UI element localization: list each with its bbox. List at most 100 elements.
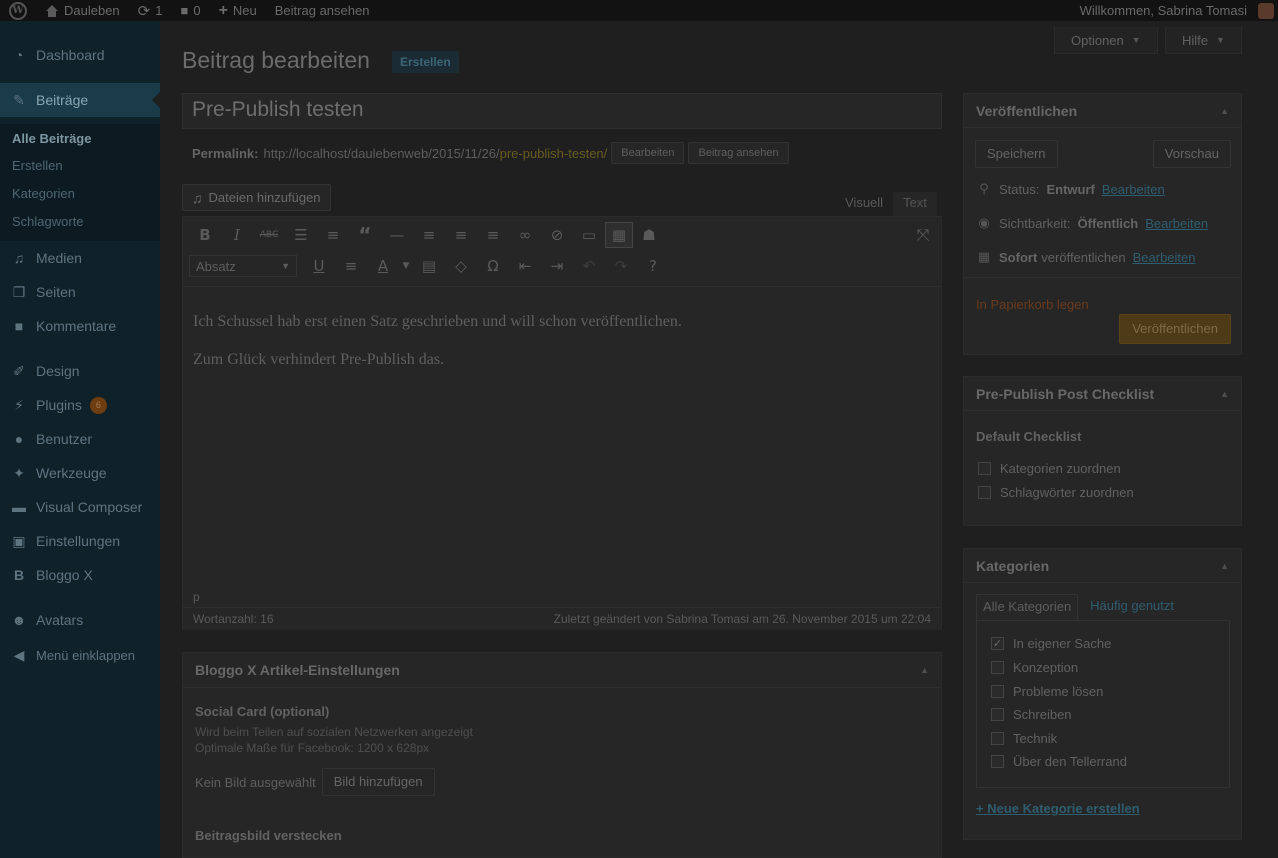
tab-visual[interactable]: Visuell <box>835 192 893 216</box>
permalink-base[interactable]: http://localhost/daulebenweb/2015/11/26/ <box>263 146 499 161</box>
bullet-list-icon[interactable]: ☰ <box>285 222 317 248</box>
checkbox[interactable] <box>978 486 991 499</box>
format-select[interactable]: Absatz ▼ <box>189 255 297 277</box>
link-icon[interactable]: ∞ <box>509 222 541 248</box>
justify-icon[interactable]: ≡ <box>335 253 367 279</box>
category-item[interactable]: Technik <box>991 731 1057 746</box>
category-item[interactable]: Konzeption <box>991 660 1078 675</box>
checkbox-checked[interactable]: ✓ <box>991 637 1004 650</box>
unlink-icon[interactable]: ⊘ <box>541 222 573 248</box>
align-right-icon[interactable]: ≡ <box>477 222 509 248</box>
outdent-icon[interactable]: ⇤ <box>509 253 541 279</box>
strikethrough-icon[interactable]: ABC <box>253 222 285 248</box>
checkbox[interactable] <box>991 732 1004 745</box>
save-draft-button[interactable]: Speichern <box>975 140 1058 168</box>
categories-box-header[interactable]: Kategorien ▲ <box>964 549 1241 583</box>
help-tab[interactable]: Hilfe ▼ <box>1165 27 1242 54</box>
updates-link[interactable]: ⟳ 1 <box>129 0 172 21</box>
menu-comments[interactable]: ■ Kommentare <box>0 309 160 343</box>
bloggo-box-header[interactable]: Bloggo X Artikel-Einstellungen ▲ <box>183 653 941 688</box>
comments-link[interactable]: ■ 0 <box>171 0 209 21</box>
menu-avatars[interactable]: ☻ Avatars <box>0 603 160 637</box>
checklist-item[interactable]: Schlagwörter zuordnen <box>978 485 1134 500</box>
fullscreen-icon[interactable]: ⤧ <box>913 226 933 246</box>
paste-text-icon[interactable]: ▤ <box>413 253 445 279</box>
submenu-tags[interactable]: Schlagworte <box>12 214 84 229</box>
caret-down-icon[interactable]: ▼ <box>399 253 413 279</box>
edit-schedule-link[interactable]: Bearbeiten <box>1133 250 1196 265</box>
bold-icon[interactable]: B <box>189 222 221 248</box>
submenu-all-posts[interactable]: Alle Beiträge <box>12 131 91 146</box>
checklist-box-header[interactable]: Pre-Publish Post Checklist ▲ <box>964 377 1241 411</box>
clear-formatting-icon[interactable]: ◇ <box>445 253 477 279</box>
caret-up-icon[interactable]: ▲ <box>1220 106 1229 116</box>
caret-up-icon[interactable]: ▲ <box>1220 389 1229 399</box>
blockquote-icon[interactable]: “ <box>349 222 381 248</box>
menu-dashboard[interactable]: ◔ Dashboard <box>0 38 160 72</box>
align-center-icon[interactable]: ≡ <box>445 222 477 248</box>
redo-icon[interactable]: ↷ <box>605 253 637 279</box>
caret-up-icon[interactable]: ▲ <box>920 665 929 675</box>
menu-bloggo[interactable]: B Bloggo X <box>0 558 160 592</box>
publish-box-header[interactable]: Veröffentlichen ▲ <box>964 94 1241 128</box>
menu-pages[interactable]: ❐ Seiten <box>0 275 160 309</box>
submenu-categories[interactable]: Kategorien <box>12 186 75 201</box>
permalink-slug[interactable]: pre-publish-testen/ <box>500 146 608 161</box>
site-name-link[interactable]: Dauleben <box>36 0 129 21</box>
italic-icon[interactable]: I <box>221 222 253 248</box>
help-icon[interactable]: ? <box>637 253 669 279</box>
new-content-link[interactable]: + Neu <box>210 0 266 21</box>
preview-button[interactable]: Vorschau <box>1152 140 1231 168</box>
category-item[interactable]: Schreiben <box>991 707 1072 722</box>
spy-icon[interactable]: ☗ <box>633 222 665 248</box>
add-image-button[interactable]: Bild hinzufügen <box>321 768 435 796</box>
menu-settings[interactable]: ▣ Einstellungen <box>0 524 160 558</box>
align-left-icon[interactable]: ≡ <box>413 222 445 248</box>
add-new-button[interactable]: Erstellen <box>392 51 459 73</box>
post-title-input[interactable]: Pre-Publish testen <box>182 93 942 129</box>
view-post-link[interactable]: Beitrag ansehen <box>266 0 379 21</box>
text-color-icon[interactable]: A <box>367 253 399 279</box>
screen-options-tab[interactable]: Optionen ▼ <box>1054 27 1158 54</box>
checkbox[interactable] <box>991 755 1004 768</box>
menu-posts[interactable]: ✎ Beiträge <box>0 83 160 117</box>
menu-plugins[interactable]: ⚡ Plugins 6 <box>0 388 160 422</box>
category-item[interactable]: Über den Tellerrand <box>991 754 1127 769</box>
publish-button[interactable]: Veröffentlichen <box>1119 314 1231 344</box>
underline-icon[interactable]: U <box>303 253 335 279</box>
tab-most-used[interactable]: Häufig genutzt <box>1084 594 1180 620</box>
account-menu[interactable]: Willkommen, Sabrina Tomasi <box>1071 0 1278 21</box>
indent-icon[interactable]: ⇥ <box>541 253 573 279</box>
checkbox[interactable] <box>978 462 991 475</box>
checkbox[interactable] <box>991 708 1004 721</box>
read-more-icon[interactable]: ▭ <box>573 222 605 248</box>
category-item[interactable]: ✓ In eigener Sache <box>991 636 1111 651</box>
menu-visual-composer[interactable]: ▬ Visual Composer <box>0 490 160 524</box>
edit-permalink-button[interactable]: Bearbeiten <box>611 142 685 164</box>
tab-all-categories[interactable]: Alle Kategorien <box>976 594 1079 620</box>
view-post-button[interactable]: Beitrag ansehen <box>688 142 789 164</box>
category-item[interactable]: Probleme lösen <box>991 684 1103 699</box>
edit-visibility-link[interactable]: Bearbeiten <box>1145 216 1208 231</box>
edit-status-link[interactable]: Bearbeiten <box>1102 182 1165 197</box>
menu-collapse[interactable]: ◀ Menü einklappen <box>0 638 160 672</box>
add-new-category-link[interactable]: + Neue Kategorie erstellen <box>976 801 1140 816</box>
checkbox[interactable] <box>991 661 1004 674</box>
checklist-item[interactable]: Kategorien zuordnen <box>978 461 1121 476</box>
menu-users[interactable]: ● Benutzer <box>0 422 160 456</box>
move-to-trash-link[interactable]: In Papierkorb legen <box>976 297 1089 312</box>
caret-up-icon[interactable]: ▲ <box>1220 561 1229 571</box>
toolbar-toggle-icon[interactable]: ▦ <box>605 222 633 248</box>
checkbox[interactable] <box>991 685 1004 698</box>
numbered-list-icon[interactable]: ≡ <box>317 222 349 248</box>
submenu-add-new[interactable]: Erstellen <box>12 158 63 173</box>
add-media-button[interactable]: ♫ Dateien hinzufügen <box>182 184 331 211</box>
tab-text[interactable]: Text <box>893 192 937 216</box>
special-character-icon[interactable]: Ω <box>477 253 509 279</box>
menu-tools[interactable]: ✦ Werkzeuge <box>0 456 160 490</box>
horizontal-line-icon[interactable]: — <box>381 222 413 248</box>
editor-content[interactable]: Ich Schussel hab erst einen Satz geschri… <box>183 286 941 586</box>
menu-media[interactable]: ♫ Medien <box>0 241 160 275</box>
wp-logo-menu[interactable]: W <box>0 0 36 21</box>
menu-design[interactable]: ✐ Design <box>0 354 160 388</box>
